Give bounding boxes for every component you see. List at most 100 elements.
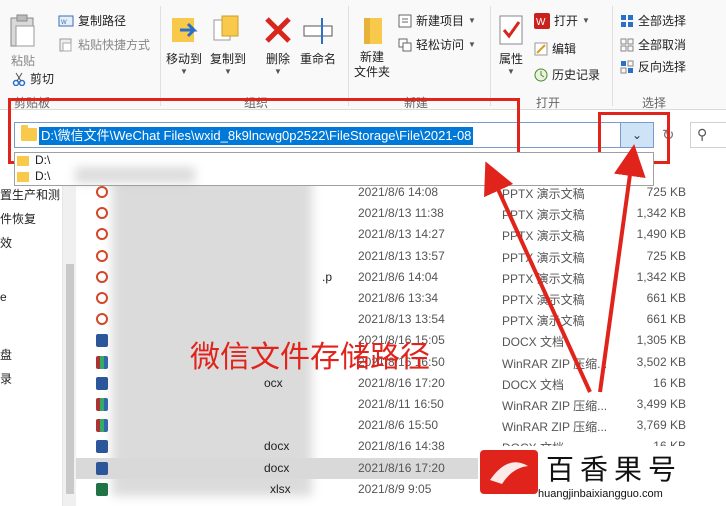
file-date: 2021/8/13 13:54 bbox=[358, 312, 445, 327]
delete-button[interactable]: 删除 ▼ bbox=[262, 14, 294, 76]
paste-button[interactable]: 粘贴 bbox=[8, 14, 38, 69]
file-size: 3,499 KB bbox=[636, 397, 686, 411]
dropdown-arrow-icon: ▼ bbox=[582, 16, 590, 25]
easy-access-button[interactable]: 轻松访问 ▼ bbox=[398, 36, 476, 53]
file-date: 2021/8/6 14:08 bbox=[358, 185, 439, 199]
new-folder-button[interactable]: 新建 文件夹 bbox=[354, 14, 390, 80]
select-group-label: 选择 bbox=[642, 96, 667, 110]
file-date: 2021/8/13 13:57 bbox=[358, 248, 445, 263]
scrollbar-thumb[interactable] bbox=[66, 264, 74, 494]
easy-access-icon bbox=[398, 38, 412, 51]
new-item-button[interactable]: 新建项目 ▼ bbox=[398, 12, 476, 29]
logo-icon bbox=[490, 462, 528, 484]
file-date: 2021/8/16 17:20 bbox=[358, 460, 445, 475]
watermark: 百香果号 huangjinbaixiangguo.com bbox=[478, 446, 726, 506]
nav-item[interactable]: 效 bbox=[0, 234, 12, 251]
file-name: docx bbox=[264, 460, 290, 475]
file-type: PPTX 演示文稿 bbox=[502, 314, 585, 329]
nav-item[interactable]: e bbox=[0, 290, 7, 304]
new-item-icon bbox=[398, 14, 412, 27]
file-type: PPTX 演示文稿 bbox=[502, 293, 585, 307]
file-row[interactable]: 2021/8/6 15:50 WinRAR ZIP 压缩... 3,769 KB bbox=[76, 415, 726, 436]
search-icon: ⚲ bbox=[697, 126, 708, 142]
nav-scrollbar[interactable] bbox=[62, 154, 76, 506]
file-row[interactable]: 2021/8/11 16:50 WinRAR ZIP 压缩... 3,499 KB bbox=[76, 394, 726, 415]
dropdown-arrow-icon: ▼ bbox=[224, 67, 232, 76]
dropdown-arrow-icon: ▼ bbox=[274, 67, 282, 76]
dropdown-arrow-icon: ▼ bbox=[180, 67, 188, 76]
file-date: 2021/8/13 11:38 bbox=[358, 206, 444, 221]
nav-item[interactable]: 件恢复 bbox=[0, 210, 36, 227]
file-row[interactable]: .p 2021/8/6 14:04 PPTX 演示文稿 1,342 KB bbox=[76, 267, 726, 288]
file-type: PPTX 演示文稿 bbox=[502, 250, 585, 265]
file-date: 2021/8/9 9:05 bbox=[358, 481, 432, 496]
file-name: xlsx bbox=[270, 481, 291, 496]
move-to-label: 移动到 bbox=[166, 52, 203, 66]
open-label: 打开 bbox=[554, 14, 579, 28]
properties-label: 属性 bbox=[498, 52, 523, 66]
rename-label: 重命名 bbox=[300, 52, 337, 66]
file-size: 1,305 KB bbox=[636, 333, 686, 348]
open-button[interactable]: W 打开 ▼ bbox=[534, 12, 590, 29]
wps-icon: W bbox=[534, 12, 550, 29]
easy-access-label: 轻松访问 bbox=[416, 38, 465, 52]
copy-to-button[interactable]: 复制到 ▼ bbox=[210, 14, 246, 76]
address-history-dropdown: D:\ D:\ bbox=[14, 152, 654, 186]
navigation-pane: 置生产和测 件恢复 效 e 盘 录 bbox=[0, 154, 62, 506]
file-type: DOCX 文档 bbox=[502, 377, 565, 392]
file-row[interactable]: 2021/8/13 14:27 PPTX 演示文稿 1,490 KB bbox=[76, 224, 726, 245]
nav-item[interactable]: 录 bbox=[0, 370, 12, 387]
file-size: 725 KB bbox=[646, 248, 686, 263]
properties-button[interactable]: 属性 ▼ bbox=[496, 14, 526, 76]
history-button[interactable]: 历史记录 bbox=[534, 66, 600, 83]
file-row[interactable]: 2021/8/13 13:57 PPTX 演示文稿 725 KB bbox=[76, 246, 726, 267]
cut-button[interactable]: 剪切 bbox=[12, 70, 54, 87]
file-row[interactable]: 2021/8/13 11:38 PPTX 演示文稿 1,342 KB bbox=[76, 203, 726, 224]
file-date: 2021/8/6 14:04 bbox=[358, 269, 439, 284]
copy-path-button[interactable]: W 复制路径 bbox=[58, 12, 126, 29]
file-date: 2021/8/11 16:50 bbox=[358, 397, 444, 411]
invert-selection-button[interactable]: 反向选择 bbox=[620, 58, 686, 75]
zip-file-icon bbox=[96, 419, 108, 433]
history-label: 历史记录 bbox=[552, 68, 601, 82]
rename-button[interactable]: 重命名 bbox=[300, 14, 336, 67]
search-input[interactable]: ⚲ bbox=[690, 122, 726, 148]
select-none-button[interactable]: 全部取消 bbox=[620, 36, 686, 53]
nav-item[interactable]: 置生产和测 bbox=[0, 186, 60, 203]
docx-file-icon bbox=[96, 376, 108, 390]
file-size: 1,342 KB bbox=[636, 206, 686, 221]
paste-shortcut-label: 粘贴快捷方式 bbox=[78, 38, 151, 52]
pptx-file-icon bbox=[96, 292, 108, 304]
file-type: WinRAR ZIP 压缩... bbox=[502, 356, 608, 371]
file-date: 2021/8/16 17:20 bbox=[358, 375, 445, 390]
move-to-button[interactable]: 移动到 ▼ bbox=[166, 14, 202, 76]
nav-item[interactable]: 盘 bbox=[0, 346, 12, 363]
select-all-label: 全部选择 bbox=[638, 14, 687, 28]
file-type: WinRAR ZIP 压缩... bbox=[502, 420, 608, 435]
file-type: DOCX 文档 bbox=[502, 335, 565, 350]
dropdown-item[interactable]: D:\ bbox=[35, 153, 50, 167]
dropdown-arrow-icon: ▼ bbox=[468, 16, 476, 25]
properties-icon bbox=[499, 15, 523, 45]
file-row[interactable]: 2021/8/6 13:34 PPTX 演示文稿 661 KB bbox=[76, 288, 726, 309]
redacted-text bbox=[75, 167, 195, 183]
select-all-icon bbox=[621, 14, 633, 27]
file-size: 3,502 KB bbox=[636, 354, 686, 369]
pptx-file-icon bbox=[96, 186, 108, 198]
edit-icon bbox=[534, 42, 548, 55]
edit-button[interactable]: 编辑 bbox=[534, 40, 576, 57]
file-row[interactable]: 2021/8/13 13:54 PPTX 演示文稿 661 KB bbox=[76, 309, 726, 330]
pptx-file-icon bbox=[96, 228, 108, 241]
file-size: 16 KB bbox=[653, 375, 686, 390]
copy-path-icon: W bbox=[58, 15, 74, 26]
paste-shortcut-button[interactable]: 粘贴快捷方式 bbox=[58, 36, 150, 53]
file-size: 725 KB bbox=[646, 185, 686, 199]
svg-text:W: W bbox=[536, 17, 546, 28]
move-to-icon bbox=[172, 18, 198, 42]
file-type: PPTX 演示文稿 bbox=[502, 187, 585, 201]
ribbon: 粘贴 W 复制路径 粘贴快捷方式 剪切 剪贴板 移动到 ▼ 复制到 ▼ 删除 ▼… bbox=[0, 0, 726, 110]
select-all-button[interactable]: 全部选择 bbox=[620, 12, 686, 29]
dropdown-item[interactable]: D:\ bbox=[35, 169, 50, 183]
select-none-icon bbox=[620, 38, 634, 51]
pptx-file-icon bbox=[96, 313, 108, 326]
